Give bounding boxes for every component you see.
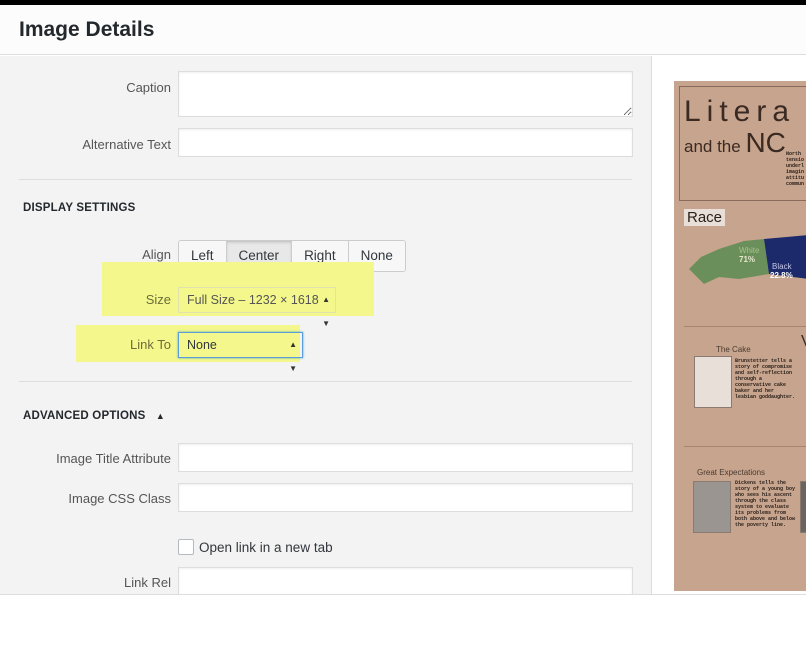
- caption-label: Caption: [126, 80, 171, 95]
- image-title-attribute-label: Image Title Attribute: [56, 451, 171, 466]
- size-select-value: Full Size – 1232 × 1618: [187, 293, 319, 307]
- image-preview: Litera and the NC North tensio underl im…: [674, 81, 806, 591]
- alt-text-field[interactable]: [178, 128, 633, 157]
- poster-black-value: 22.8%: [770, 271, 793, 280]
- image-preview-panel: Litera and the NC North tensio underl im…: [653, 56, 806, 594]
- poster-intro-text: North tensio underl imagin attitu commun: [786, 151, 805, 187]
- chevron-updown-icon: ▲ ▼: [289, 340, 297, 373]
- poster-partial-image: [800, 481, 806, 533]
- link-to-label: Link To: [130, 337, 171, 352]
- new-tab-checkbox[interactable]: [178, 539, 194, 555]
- alt-text-label: Alternative Text: [82, 137, 171, 152]
- triangle-up-icon: ▲: [155, 411, 165, 421]
- new-tab-label[interactable]: Open link in a new tab: [199, 540, 333, 555]
- link-to-select-value: None: [187, 338, 217, 352]
- advanced-options-toggle[interactable]: ADVANCED OPTIONS ▲: [23, 406, 165, 422]
- attachment-settings-panel: Caption Alternative Text DISPLAY SETTING…: [0, 56, 652, 594]
- link-rel-field[interactable]: [178, 567, 633, 594]
- poster-great-image: [693, 481, 731, 533]
- divider: [19, 381, 632, 382]
- poster-cake-text: Brunstetter tells a story of compromise …: [735, 358, 796, 400]
- poster-great-text: Dickens tells the story of a young boy w…: [735, 480, 796, 528]
- chevron-updown-icon: ▲ ▼: [322, 295, 330, 328]
- poster-subtitle: and the NC: [684, 127, 786, 158]
- display-settings-heading: DISPLAY SETTINGS: [23, 202, 136, 214]
- poster-white-label: White: [739, 246, 760, 255]
- poster-great-title: Great Expectations: [697, 468, 766, 477]
- image-title-attribute-field[interactable]: [178, 443, 633, 472]
- poster-cake-title: The Cake: [716, 345, 751, 354]
- poster-black-label: Black: [772, 262, 792, 271]
- poster-white-value: 71%: [739, 255, 756, 264]
- poster-title: Litera: [684, 95, 796, 128]
- link-to-select[interactable]: None ▲ ▼: [178, 332, 303, 373]
- modal-footer: [0, 594, 806, 653]
- link-rel-label: Link Rel: [124, 575, 171, 590]
- image-css-class-label: Image CSS Class: [68, 491, 171, 506]
- page-title: Image Details: [19, 18, 155, 41]
- poster-partial-letter: V: [801, 333, 806, 351]
- divider: [19, 179, 632, 180]
- size-label: Size: [145, 292, 171, 307]
- advanced-options-heading: ADVANCED OPTIONS: [23, 410, 146, 422]
- size-select[interactable]: Full Size – 1232 × 1618 ▲ ▼: [178, 287, 336, 328]
- poster-divider: [684, 446, 806, 447]
- image-details-modal: Image Details Caption Alternative Text D…: [0, 5, 806, 653]
- poster-divider: [684, 326, 806, 327]
- image-css-class-field[interactable]: [178, 483, 633, 512]
- poster-race-heading: Race: [684, 209, 726, 226]
- caption-field[interactable]: [178, 71, 633, 117]
- poster-cake-image: [694, 356, 732, 408]
- align-label: Align: [142, 247, 171, 262]
- modal-header: Image Details: [0, 5, 806, 55]
